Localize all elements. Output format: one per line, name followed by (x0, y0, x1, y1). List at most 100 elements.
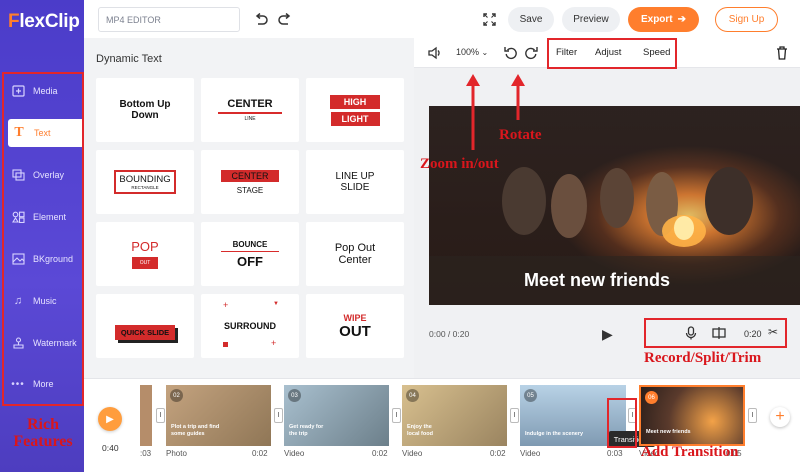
total-time: 0:40 (102, 443, 119, 453)
zoom-value: 100% (456, 47, 480, 57)
chevron-down-icon: ⌄ (481, 48, 489, 57)
clip-duration: 0:03 (607, 449, 623, 458)
export-button[interactable]: Export ➔ (628, 7, 699, 32)
preview-overlay-text[interactable]: Meet new friends (524, 270, 670, 291)
save-button[interactable]: Save (508, 7, 554, 32)
annotation-add-transition: Add Transition (641, 444, 739, 460)
text-template-quick-slide[interactable]: QUICK SLIDE (96, 294, 194, 358)
clip-caption: Indulge in the scenery (525, 431, 584, 437)
annotation-box-transition (607, 398, 637, 448)
play-icon[interactable]: ▶ (602, 326, 613, 343)
undo-icon[interactable] (252, 10, 270, 28)
panel-title: Dynamic Text (96, 53, 162, 65)
card-line: BOUNCE (232, 239, 268, 249)
text-template-surround[interactable]: + ▼ SURROUND + (201, 294, 299, 358)
card-line: OUT (339, 322, 371, 340)
annotation-box-sidebar (2, 72, 84, 406)
plus-icon: + (271, 338, 277, 348)
card-line: LIGHT (330, 111, 380, 126)
add-clip-button[interactable]: + (770, 407, 790, 427)
annotation-zoom: Zoom in/out (420, 156, 499, 172)
annotation-box-tabs (547, 38, 677, 69)
rotate-left-icon[interactable] (504, 46, 518, 65)
clip-type: Video (284, 449, 305, 458)
arrow-right-icon: ➔ (677, 14, 687, 25)
text-template-line-up-slide[interactable]: LINE UP SLIDE (306, 150, 404, 214)
text-template-high-light[interactable]: HIGH LIGHT (306, 78, 404, 142)
text-template-bottom-up-down[interactable]: Bottom Up Down (96, 78, 194, 142)
card-line: BOUNDING (119, 174, 171, 185)
plus-icon: + (775, 408, 785, 425)
timeline-play-button[interactable]: ▶ (98, 407, 122, 431)
clip-number: 04 (406, 389, 419, 402)
text-template-pop-out-center[interactable]: Pop Out Center (306, 222, 404, 286)
card-line: POP (131, 239, 159, 254)
top-bar: MP4 EDITOR Save Preview Export ➔ Sign Up (84, 0, 800, 38)
text-template-bounding-rectangle[interactable]: BOUNDING RECTANGLE (96, 150, 194, 214)
triangle-icon: ▼ (273, 301, 279, 307)
card-line: Bottom Up (119, 99, 171, 110)
timeline-clip-3[interactable]: 03 Get ready for the trip (284, 385, 389, 446)
preview-button[interactable]: Preview (562, 7, 620, 32)
clip-number: 06 (645, 391, 658, 404)
text-template-center-stage[interactable]: CENTER STAGE (201, 150, 299, 214)
card-line: Pop Out (334, 242, 376, 254)
transition-button[interactable]: I (748, 408, 757, 423)
clip-duration: :03 (140, 449, 152, 458)
project-name-input[interactable]: MP4 EDITOR (98, 7, 240, 32)
transition-button[interactable]: I (392, 408, 401, 423)
card-line: SLIDE (340, 182, 370, 193)
plus-icon: + (223, 300, 229, 310)
export-label: Export (640, 14, 673, 25)
clip-number: 03 (288, 389, 301, 402)
dynamic-text-panel: Dynamic Text Bottom Up Down CENTER LINE … (84, 38, 426, 378)
fullscreen-icon[interactable] (480, 10, 498, 28)
clip-type: Video (402, 449, 423, 458)
text-template-pop-out[interactable]: POP OUT (96, 222, 194, 286)
text-template-bounce-off[interactable]: BOUNCE OFF (201, 222, 299, 286)
annotation-arrows (466, 74, 525, 150)
card-line: LINE UP (335, 171, 375, 182)
clip-duration: 0:02 (252, 449, 268, 458)
volume-icon[interactable] (428, 46, 442, 65)
card-line: RECTANGLE (131, 185, 159, 190)
zoom-select[interactable]: 100% ⌄ (456, 47, 488, 57)
timeline-clip-2[interactable]: 02 Plot a trip and find some guides (166, 385, 271, 446)
transition-button[interactable]: I (274, 408, 283, 423)
clip-type: Photo (166, 449, 187, 458)
redo-icon[interactable] (276, 10, 294, 28)
card-line: SURROUND (223, 321, 276, 331)
card-line: CENTER (227, 98, 273, 110)
card-line: OUT (131, 257, 159, 269)
clip-caption: Enjoy the local food (407, 424, 433, 437)
app-window: FlexClip Media T Text Overlay Element BK… (0, 0, 800, 472)
timeline-clip-partial[interactable] (140, 385, 152, 446)
clip-caption: Plot a trip and find some guides (171, 424, 220, 437)
clip-duration: 0:02 (490, 449, 506, 458)
clip-type: Video (520, 449, 541, 458)
card-line: CENTER (221, 169, 279, 182)
play-icon: ▶ (106, 413, 114, 425)
timeline-clip-4[interactable]: 04 Enjoy the local food (402, 385, 507, 446)
text-template-center-line[interactable]: CENTER LINE (201, 78, 299, 142)
app-logo[interactable]: FlexClip (8, 11, 80, 33)
card-line: STAGE (236, 185, 264, 195)
signup-button[interactable]: Sign Up (715, 7, 778, 32)
timeline-clip-6-selected[interactable]: 06 Meet new friends (639, 385, 745, 446)
app-logo-rest: lexClip (19, 11, 80, 32)
square-icon (223, 342, 228, 347)
transition-button[interactable]: I (510, 408, 519, 423)
card-line: HIGH (329, 94, 381, 109)
clip-number: 05 (524, 389, 537, 402)
transition-button[interactable]: I (156, 408, 165, 423)
clip-number: 02 (170, 389, 183, 402)
clip-caption: Get ready for the trip (289, 424, 324, 437)
annotation-rich-features: Rich Features (13, 416, 73, 450)
annotation-rotate: Rotate (499, 127, 542, 143)
card-line: Center (338, 254, 372, 266)
rotate-right-icon[interactable] (524, 46, 538, 65)
card-divider (218, 112, 282, 114)
bounding-box: BOUNDING RECTANGLE (114, 170, 176, 194)
trash-icon[interactable] (776, 46, 788, 65)
text-template-wipe-out[interactable]: WIPE OUT (306, 294, 404, 358)
